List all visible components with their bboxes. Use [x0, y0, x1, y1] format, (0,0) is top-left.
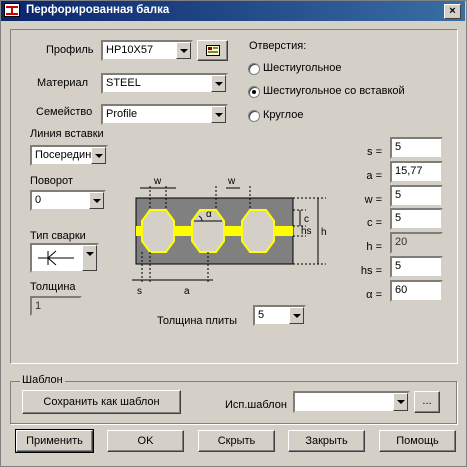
close-window-button[interactable]: ×: [444, 4, 461, 19]
insert-line-value: Посередин: [35, 149, 92, 161]
param-field: 20: [390, 232, 443, 254]
hole-round-label[interactable]: Круглое: [263, 109, 303, 121]
weld-combo[interactable]: [30, 243, 99, 273]
dim-w-right: w: [227, 176, 236, 187]
perforated-beam-diagram: w w α h c hs s a: [132, 176, 327, 296]
dim-h: h: [321, 227, 327, 238]
family-label: Семейство: [36, 106, 93, 118]
chevron-down-icon[interactable]: [82, 245, 97, 271]
chevron-down-icon[interactable]: [91, 147, 106, 164]
close-button[interactable]: Закрыть: [288, 430, 365, 452]
weld-label: Тип сварки: [30, 230, 86, 242]
param-label: s =: [367, 146, 382, 158]
profile-label: Профиль: [46, 44, 94, 56]
family-combo[interactable]: Profile: [101, 104, 228, 125]
holes-label: Отверстия:: [249, 40, 307, 52]
dim-a: a: [184, 286, 190, 296]
rotation-combo[interactable]: 0: [30, 190, 106, 211]
rotation-value: 0: [35, 194, 42, 206]
param-field[interactable]: 15,77: [390, 161, 443, 183]
chevron-down-icon[interactable]: [211, 106, 226, 123]
plate-thickness-value: 5: [258, 309, 265, 321]
use-template-label: Исп.шаблон: [225, 399, 287, 411]
hole-hexagon-label[interactable]: Шестиугольное: [263, 62, 342, 74]
thickness-label: Толщина: [30, 281, 76, 293]
help-button[interactable]: Помощь: [379, 430, 456, 452]
chevron-down-icon[interactable]: [211, 75, 226, 92]
chevron-down-icon[interactable]: [393, 393, 408, 411]
profile-value: HP10X57: [106, 44, 154, 56]
param-label: α =: [366, 289, 382, 301]
param-label: c =: [367, 217, 382, 229]
rotation-label: Поворот: [30, 175, 73, 187]
dim-c: c: [304, 214, 309, 225]
insert-line-label: Линия вставки: [30, 128, 104, 140]
material-combo[interactable]: STEEL: [101, 73, 228, 94]
profile-catalog-button[interactable]: [197, 40, 228, 61]
material-label: Материал: [37, 77, 88, 89]
dim-hs: hs: [301, 226, 312, 237]
browse-template-button[interactable]: ...: [414, 391, 440, 413]
param-label: h =: [366, 241, 382, 253]
apply-button[interactable]: Применить: [15, 429, 94, 453]
param-field[interactable]: 5: [390, 185, 443, 207]
catalog-icon: [205, 45, 220, 56]
window-title: Перфорированная балка: [26, 4, 170, 16]
param-label: a =: [366, 170, 382, 182]
dim-w-left: w: [153, 176, 162, 187]
hide-button[interactable]: Скрыть: [198, 430, 275, 452]
param-field[interactable]: 5: [390, 208, 443, 230]
insert-line-combo[interactable]: Посередин: [30, 145, 108, 166]
param-field[interactable]: 5: [390, 137, 443, 159]
chevron-down-icon[interactable]: [176, 42, 191, 59]
ok-button[interactable]: OK: [107, 430, 184, 452]
dim-s: s: [137, 286, 142, 296]
dim-alpha: α: [206, 209, 212, 220]
param-label: w =: [364, 194, 382, 206]
hole-hexagon-insert-label[interactable]: Шестиугольное со вставкой: [263, 85, 405, 97]
hole-hexagon-radio[interactable]: [248, 63, 260, 75]
material-value: STEEL: [106, 77, 141, 89]
plate-thickness-combo[interactable]: 5: [253, 305, 306, 326]
family-value: Profile: [106, 108, 138, 120]
use-template-combo[interactable]: [293, 391, 410, 413]
beam-app-icon: [4, 3, 20, 17]
save-template-button[interactable]: Сохранить как шаблон: [22, 390, 181, 414]
chevron-down-icon[interactable]: [89, 192, 104, 209]
weld-symbol-icon: [38, 250, 74, 266]
hole-hexagon-insert-radio[interactable]: [248, 86, 260, 98]
profile-combo[interactable]: HP10X57: [101, 40, 193, 61]
param-field[interactable]: 5: [390, 256, 443, 278]
template-group-label: Шаблон: [20, 374, 65, 386]
plate-thickness-label: Толщина плиты: [157, 315, 238, 327]
chevron-down-icon[interactable]: [289, 307, 304, 324]
hole-round-radio[interactable]: [248, 110, 260, 122]
hole-shape-1: [141, 209, 175, 253]
param-field[interactable]: 60: [390, 280, 443, 302]
hole-shape-3: [241, 209, 275, 253]
param-label: hs =: [360, 265, 382, 277]
thickness-field: 1: [30, 296, 82, 316]
